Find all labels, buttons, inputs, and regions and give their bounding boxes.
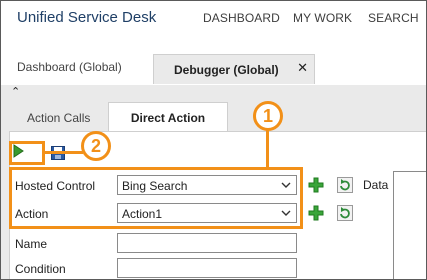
name-label: Name xyxy=(15,237,48,251)
data-label: Data xyxy=(363,178,389,192)
callout-1-badge: 1 xyxy=(253,101,283,131)
callout-1-line xyxy=(266,129,269,167)
callout-1-box xyxy=(9,167,303,229)
tab-dashboard-global[interactable]: Dashboard (Global) xyxy=(17,60,122,74)
name-field[interactable] xyxy=(117,233,297,253)
add-icon[interactable] xyxy=(308,177,324,193)
callout-2-box xyxy=(9,141,45,165)
refresh-icon[interactable] xyxy=(337,177,353,193)
nav-my-work[interactable]: MY WORK xyxy=(293,11,352,25)
tab-direct-action-label: Direct Action xyxy=(130,111,206,125)
top-nav-bar: Unified Service Desk DASHBOARD MY WORK S… xyxy=(1,1,426,35)
tab-debugger-global[interactable]: Debugger (Global) ✕ xyxy=(153,54,315,84)
add-icon[interactable] xyxy=(308,205,324,221)
condition-field[interactable] xyxy=(117,258,297,278)
callout-2-line xyxy=(45,151,83,154)
close-icon[interactable]: ✕ xyxy=(297,60,308,76)
callout-2-badge: 2 xyxy=(81,131,111,161)
data-textarea[interactable] xyxy=(393,171,426,279)
usd-window: Unified Service Desk DASHBOARD MY WORK S… xyxy=(0,0,427,280)
tab-action-calls[interactable]: Action Calls xyxy=(27,111,90,125)
app-title: Unified Service Desk xyxy=(17,9,157,26)
nav-dashboard[interactable]: DASHBOARD xyxy=(203,11,280,25)
session-tabs: Dashboard (Global) Debugger (Global) ✕ xyxy=(1,35,426,85)
condition-label: Condition xyxy=(15,262,66,276)
tab-debugger-label: Debugger (Global) xyxy=(174,63,279,77)
collapse-chevron-icon[interactable]: ⌃ xyxy=(11,85,20,98)
tab-direct-action[interactable]: Direct Action xyxy=(108,102,228,131)
refresh-icon[interactable] xyxy=(337,205,353,221)
nav-search[interactable]: SEARCH xyxy=(368,11,419,25)
